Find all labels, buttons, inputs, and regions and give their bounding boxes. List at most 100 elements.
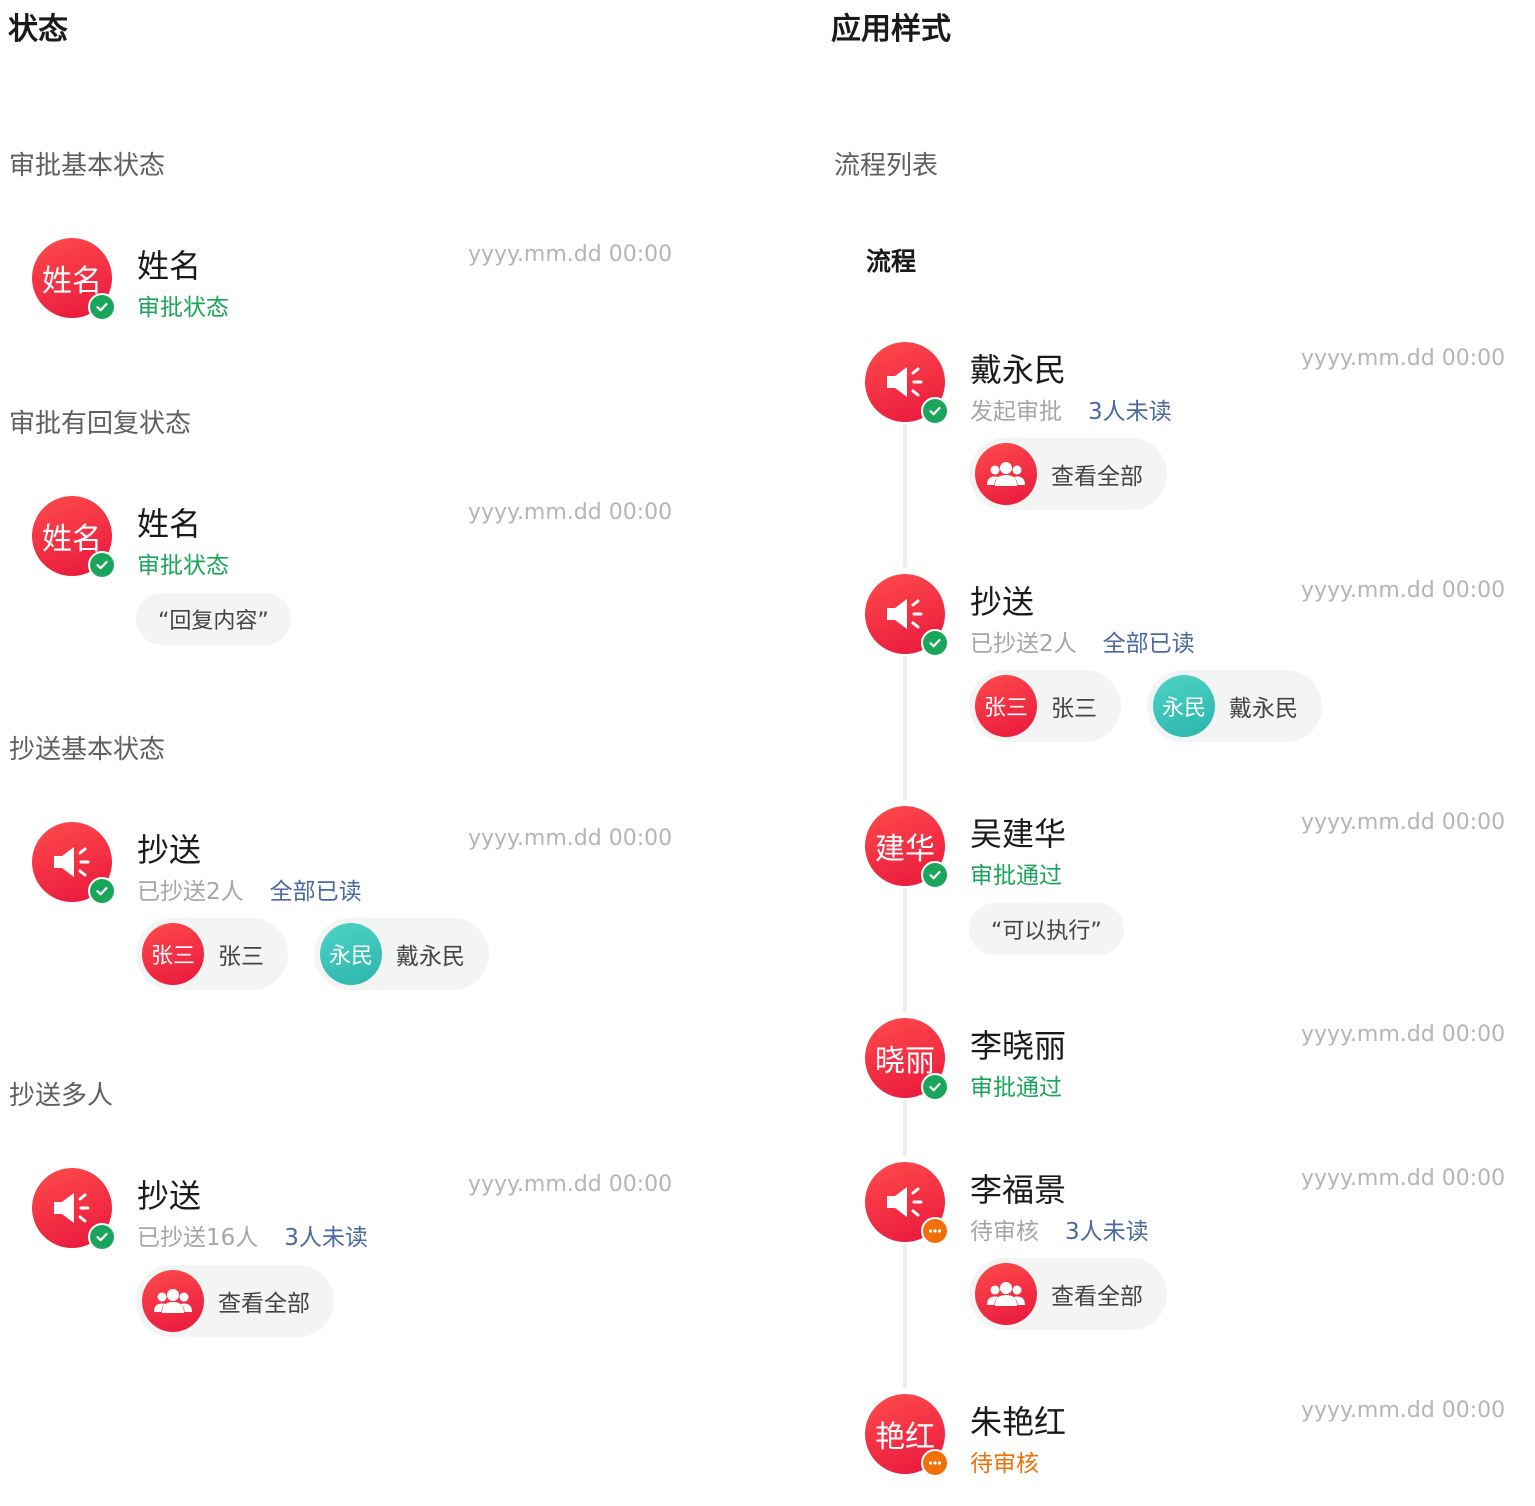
check-badge-icon [88, 1223, 116, 1251]
reply-bubble: “可以执行” [969, 903, 1124, 955]
mini-avatar: 张三 [975, 675, 1037, 737]
person-name: 吴建华 [970, 815, 1067, 853]
flow-status: 审批通过 [970, 1075, 1062, 1101]
avatar[interactable]: 晓丽 [865, 1018, 949, 1101]
section-label-flow-list: 流程列表 [834, 151, 939, 181]
avatar-initials: 艳红 [875, 1420, 935, 1455]
flow-title: 流程 [866, 247, 917, 276]
avatar[interactable] [865, 1162, 949, 1245]
section-label-approval-reply: 审批有回复状态 [9, 409, 192, 439]
megaphone-icon [54, 847, 90, 877]
timestamp: yyyy.mm.dd 00:00 [468, 1172, 673, 1197]
reply-bubble: “回复内容” [136, 593, 291, 645]
read-status[interactable]: 全部已读 [270, 872, 362, 906]
timeline-line [903, 1244, 907, 1388]
timestamp: yyyy.mm.dd 00:00 [1301, 810, 1506, 835]
avatar[interactable] [32, 1168, 116, 1251]
mini-avatar: 永民 [1153, 675, 1215, 737]
person-name: 抄送 [137, 831, 202, 869]
avatar[interactable]: 艳红 [865, 1394, 949, 1477]
person-name: 戴永民 [970, 351, 1067, 389]
person-name: 抄送 [137, 1177, 202, 1215]
timestamp: yyyy.mm.dd 00:00 [468, 500, 673, 525]
avatar[interactable] [32, 822, 116, 905]
group-icon [975, 443, 1037, 505]
check-badge-icon [88, 877, 116, 905]
megaphone-icon [887, 1187, 923, 1217]
timestamp: yyyy.mm.dd 00:00 [1301, 1022, 1506, 1047]
page-heading-app-style: 应用样式 [831, 12, 951, 47]
chip-name: 戴永民 [1229, 696, 1298, 722]
read-status[interactable]: 3人未读 [284, 1218, 368, 1252]
chip-name: 戴永民 [396, 944, 465, 970]
mini-avatar: 张三 [142, 923, 204, 985]
group-icon [975, 1263, 1037, 1325]
megaphone-icon [887, 599, 923, 629]
approval-status: 审批状态 [137, 553, 229, 579]
avatar-initials: 晓丽 [875, 1044, 935, 1079]
timestamp: yyyy.mm.dd 00:00 [1301, 346, 1506, 371]
timestamp: yyyy.mm.dd 00:00 [468, 826, 673, 851]
flow-status: 发起审批 [970, 399, 1062, 425]
ellipsis-badge-icon [921, 1449, 949, 1477]
person-chip[interactable]: 张三 张三 [969, 670, 1121, 742]
view-all-button[interactable]: 查看全部 [969, 1258, 1167, 1330]
chip-name: 张三 [1051, 696, 1097, 722]
avatar[interactable] [865, 574, 949, 657]
section-label-cc-multiple: 抄送多人 [9, 1081, 114, 1111]
group-icon [142, 1270, 204, 1332]
avatar[interactable] [865, 342, 949, 425]
person-chip[interactable]: 永民 戴永民 [1147, 670, 1322, 742]
avatar-initials: 建华 [875, 832, 935, 867]
person-name: 抄送 [970, 583, 1035, 621]
check-badge-icon [921, 629, 949, 657]
flow-status: 审批通过 [970, 863, 1062, 889]
person-name: 朱艳红 [970, 1403, 1067, 1441]
status-row: 审批状态 [137, 288, 229, 322]
person-chip[interactable]: 张三 张三 [136, 918, 288, 990]
check-badge-icon [921, 861, 949, 889]
read-status[interactable]: 3人未读 [1088, 392, 1172, 426]
view-all-label: 查看全部 [1051, 464, 1143, 490]
status-row: 已抄送2人 全部已读 [137, 872, 362, 906]
person-name: 李福景 [970, 1171, 1067, 1209]
ellipsis-badge-icon [921, 1217, 949, 1245]
megaphone-icon [887, 367, 923, 397]
avatar[interactable]: 姓名 [32, 238, 116, 321]
avatar[interactable]: 建华 [865, 806, 949, 889]
person-chip[interactable]: 永民 戴永民 [314, 918, 489, 990]
page-heading-status: 状态 [8, 12, 68, 47]
section-label-cc-basic: 抄送基本状态 [9, 735, 166, 765]
timestamp: yyyy.mm.dd 00:00 [1301, 578, 1506, 603]
view-all-button[interactable]: 查看全部 [136, 1265, 334, 1337]
flow-status: 待审核 [970, 1451, 1039, 1477]
status-row: 审批通过 [970, 1068, 1062, 1102]
person-name: 姓名 [137, 247, 202, 285]
check-badge-icon [921, 1073, 949, 1101]
timestamp: yyyy.mm.dd 00:00 [468, 242, 673, 267]
view-all-label: 查看全部 [1051, 1284, 1143, 1310]
view-all-button[interactable]: 查看全部 [969, 438, 1167, 510]
check-badge-icon [921, 397, 949, 425]
avatar-initials: 姓名 [42, 522, 102, 557]
timestamp: yyyy.mm.dd 00:00 [1301, 1398, 1506, 1423]
avatar[interactable]: 姓名 [32, 496, 116, 579]
view-all-label: 查看全部 [218, 1291, 310, 1317]
cc-count: 已抄送2人 [970, 631, 1077, 657]
status-row: 待审核 3人未读 [970, 1212, 1149, 1246]
chip-name: 张三 [218, 944, 264, 970]
section-label-approval-basic: 审批基本状态 [9, 151, 166, 181]
approval-status: 审批状态 [137, 295, 229, 321]
megaphone-icon [54, 1193, 90, 1223]
person-name: 李晓丽 [970, 1027, 1067, 1065]
cc-count: 已抄送16人 [137, 1225, 259, 1251]
timeline-line [903, 888, 907, 1012]
status-row: 审批状态 [137, 546, 229, 580]
status-row: 审批通过 [970, 856, 1062, 890]
cc-count: 已抄送2人 [137, 879, 244, 905]
status-row: 已抄送2人 全部已读 [970, 624, 1195, 658]
read-status[interactable]: 全部已读 [1103, 624, 1195, 658]
status-row: 待审核 [970, 1444, 1039, 1478]
flow-status: 待审核 [970, 1219, 1039, 1245]
read-status[interactable]: 3人未读 [1065, 1212, 1149, 1246]
